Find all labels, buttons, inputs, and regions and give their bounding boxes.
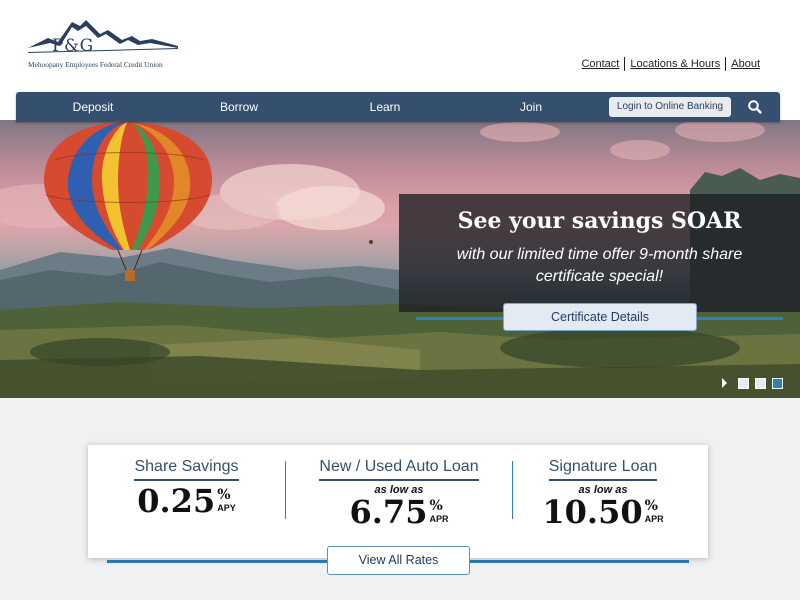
rate-value-line: 10.50 % APR — [513, 494, 693, 530]
rate-percent: % — [429, 498, 443, 514]
rate-suffix: % APR — [429, 494, 448, 524]
search-button[interactable] — [744, 97, 766, 117]
about-link[interactable]: About — [731, 58, 760, 70]
main-nav: Deposit Borrow Learn Join Login to Onlin… — [16, 92, 780, 122]
rates-card: Share Savings 0.25 % APY New / Used Auto… — [88, 445, 708, 558]
hero-banner: See your savings SOAR with our limited t… — [0, 120, 800, 398]
rate-suffix: % APR — [645, 494, 664, 524]
rate-title: New / Used Auto Loan — [319, 458, 479, 481]
site-header: P&G Mehoopany Employees Federal Credit U… — [0, 0, 800, 92]
rate-title: Signature Loan — [548, 458, 658, 481]
nav-item-deposit[interactable]: Deposit — [56, 92, 130, 122]
nav-item-learn[interactable]: Learn — [348, 92, 422, 122]
utility-links: Contact Locations & Hours About — [581, 57, 760, 71]
page: P&G Mehoopany Employees Federal Credit U… — [0, 0, 800, 600]
mountain-logo-icon — [28, 20, 178, 53]
nav-item-borrow[interactable]: Borrow — [202, 92, 276, 122]
link-divider — [624, 57, 626, 71]
slide-dot-3-active[interactable] — [772, 378, 783, 389]
rate-suffix: % APY — [217, 483, 236, 513]
login-online-banking-button[interactable]: Login to Online Banking — [609, 97, 731, 117]
slide-dot-2[interactable] — [755, 378, 766, 389]
slider-play-icon[interactable] — [722, 378, 727, 388]
rate-value: 6.75 — [349, 493, 428, 531]
rate-value-line: 6.75 % APR — [286, 494, 512, 530]
contact-link[interactable]: Contact — [581, 58, 619, 70]
search-icon — [748, 100, 762, 114]
view-all-rates-button[interactable]: View All Rates — [327, 546, 470, 575]
rate-unit: APR — [644, 514, 664, 524]
rate-value: 0.25 — [137, 482, 216, 520]
rate-unit: APR — [429, 514, 449, 524]
logo-letters: P&G — [52, 36, 94, 56]
rate-title: Share Savings — [134, 458, 239, 481]
promo-title: See your savings SOAR — [457, 208, 742, 234]
link-divider — [725, 57, 727, 71]
rate-percent: % — [217, 487, 231, 503]
certificate-details-button[interactable]: Certificate Details — [503, 303, 697, 331]
rate-value-line: 0.25 % APY — [88, 483, 285, 519]
rate-signature-loan: Signature Loan as low as 10.50 % APR — [513, 445, 693, 558]
promo-overlay: See your savings SOAR with our limited t… — [399, 194, 800, 312]
nav-item-join[interactable]: Join — [494, 92, 568, 122]
locations-hours-link[interactable]: Locations & Hours — [630, 58, 720, 70]
rate-percent: % — [644, 498, 658, 514]
rate-share-savings: Share Savings 0.25 % APY — [88, 445, 285, 558]
rate-auto-loan: New / Used Auto Loan as low as 6.75 % AP… — [286, 445, 512, 558]
slide-dot-1[interactable] — [738, 378, 749, 389]
promo-text: with our limited time offer 9-month shar… — [456, 246, 743, 285]
pg-logo[interactable]: P&G Mehoopany Employees Federal Credit U… — [28, 16, 180, 72]
rate-value: 10.50 — [542, 493, 643, 531]
rate-unit: APY — [217, 503, 236, 513]
logo-subtitle: Mehoopany Employees Federal Credit Union — [28, 60, 163, 69]
